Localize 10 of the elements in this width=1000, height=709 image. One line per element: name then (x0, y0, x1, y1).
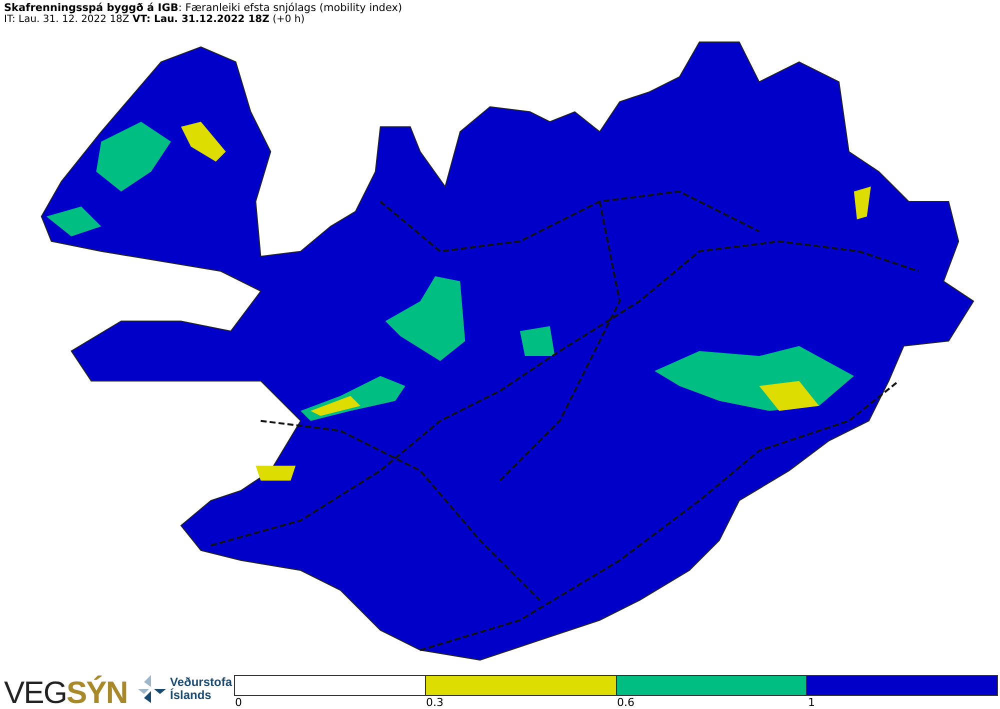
scale-tick-label: 0.3 (425, 696, 444, 709)
scale-tick-label: 1 (807, 696, 816, 709)
scale-tick-label: 0 (234, 696, 243, 709)
vegsyn-logo: VEGSÝN (3, 674, 128, 709)
scale-tick-label: 0.6 (616, 696, 636, 709)
vedurstofa-logo-text: Veðurstofa (170, 676, 232, 689)
forecast-times: IT: Lau. 31. 12. 2022 18Z VT: Lau. 31.12.2022 18Z (+0 h) (4, 14, 306, 25)
map-title: Skafrenningsspá byggð á IGB: Færanleiki efsta snjólags (mobility index) (4, 2, 404, 14)
vedurstofa-logo-text: Íslands (170, 689, 212, 702)
arrows-logo-icon (138, 675, 166, 703)
